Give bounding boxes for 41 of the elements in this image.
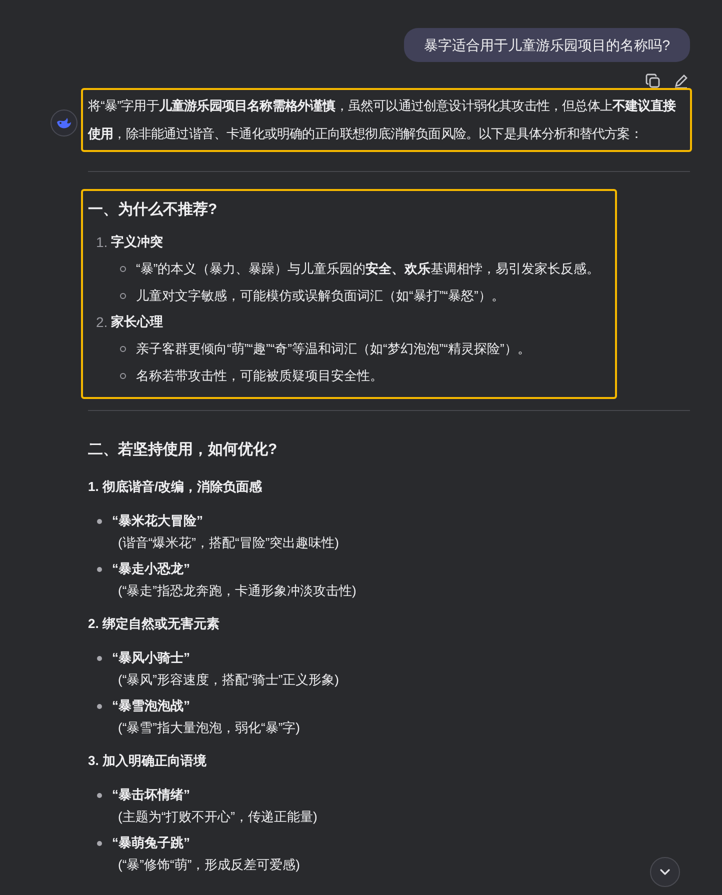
list-text: 亲子客群更倾向“萌”“趣”“奇”等温和词汇（如“梦幻泡泡”“精灵探险”）。 bbox=[136, 340, 530, 358]
list-title: 字义冲突 bbox=[111, 233, 163, 251]
sub-heading: 3. 加入明确正向语境 bbox=[87, 752, 208, 770]
answer-paragraph: 将“暴”字用于儿童游乐园项目名称需格外谨慎，虽然可以通过创意设计弱化其攻击性，但总体上不建议直接使用，除非能通过谐音、卡通化或明确的正向联想彻底消解负面风险。以下是具体分析和替代方案： bbox=[88, 97, 677, 143]
list-number: 2. bbox=[96, 313, 109, 332]
section-heading: 一、为什么不推荐? bbox=[88, 200, 218, 220]
sub-heading: 2. 绑定自然或无害元素 bbox=[87, 615, 220, 633]
name-note: (“暴风”形容速度，搭配“骑士”正义形象) bbox=[117, 671, 339, 689]
name-suggestion: “暴萌兔子跳” bbox=[112, 834, 191, 852]
name-note: (“暴”修饰“萌”，形成反差可爱感) bbox=[117, 856, 300, 874]
name-suggestion: “暴米花大冒险” bbox=[112, 512, 204, 530]
name-suggestion: “暴走小恐龙” bbox=[112, 560, 191, 578]
copy-icon[interactable] bbox=[645, 73, 661, 89]
bullet-icon bbox=[120, 346, 126, 352]
bullet-icon bbox=[120, 266, 126, 272]
bullet-icon bbox=[97, 519, 102, 524]
bullet-icon bbox=[120, 372, 126, 378]
name-note: (主题为“打败不开心”，传递正能量) bbox=[117, 808, 318, 826]
list-text: 儿童对文字敏感，可能模仿或误解负面词汇（如“暴打”“暴怒”）。 bbox=[136, 287, 504, 305]
section-heading: 二、若坚持使用，如何优化? bbox=[87, 440, 278, 460]
name-note: (“暴走”指恐龙奔跑，卡通形象冲淡攻击性) bbox=[117, 582, 356, 600]
bullet-icon bbox=[97, 656, 102, 661]
bullet-icon bbox=[97, 567, 102, 572]
name-suggestion: “暴风小骑士” bbox=[112, 649, 191, 667]
scroll-down-button[interactable] bbox=[650, 857, 680, 887]
bullet-icon bbox=[97, 841, 102, 846]
sub-heading: 1. 彻底谐音/改编，消除负面感 bbox=[87, 478, 264, 496]
bullet-icon bbox=[97, 704, 102, 709]
whale-logo-icon bbox=[50, 109, 78, 137]
list-text: 名称若带攻击性，可能被质疑项目安全性。 bbox=[136, 367, 383, 385]
list-number: 1. bbox=[96, 233, 109, 252]
edit-icon[interactable] bbox=[673, 73, 689, 89]
name-suggestion: “暴击坏情绪” bbox=[112, 786, 191, 804]
name-suggestion: “暴雪泡泡战” bbox=[112, 697, 191, 715]
bullet-icon bbox=[97, 793, 102, 798]
list-title: 家长心理 bbox=[111, 313, 163, 331]
name-note: (谐音“爆米花”，搭配“冒险”突出趣味性) bbox=[117, 534, 339, 552]
user-message: 暴字适合用于儿童游乐园项目的名称吗? bbox=[404, 28, 690, 62]
list-text: “暴”的本义（暴力、暴躁）与儿童乐园的安全、欢乐基调相悖，易引发家长反感。 bbox=[136, 260, 600, 278]
bullet-icon bbox=[120, 292, 126, 298]
name-note: (“暴雪”指大量泡泡，弱化“暴”字) bbox=[117, 719, 300, 737]
